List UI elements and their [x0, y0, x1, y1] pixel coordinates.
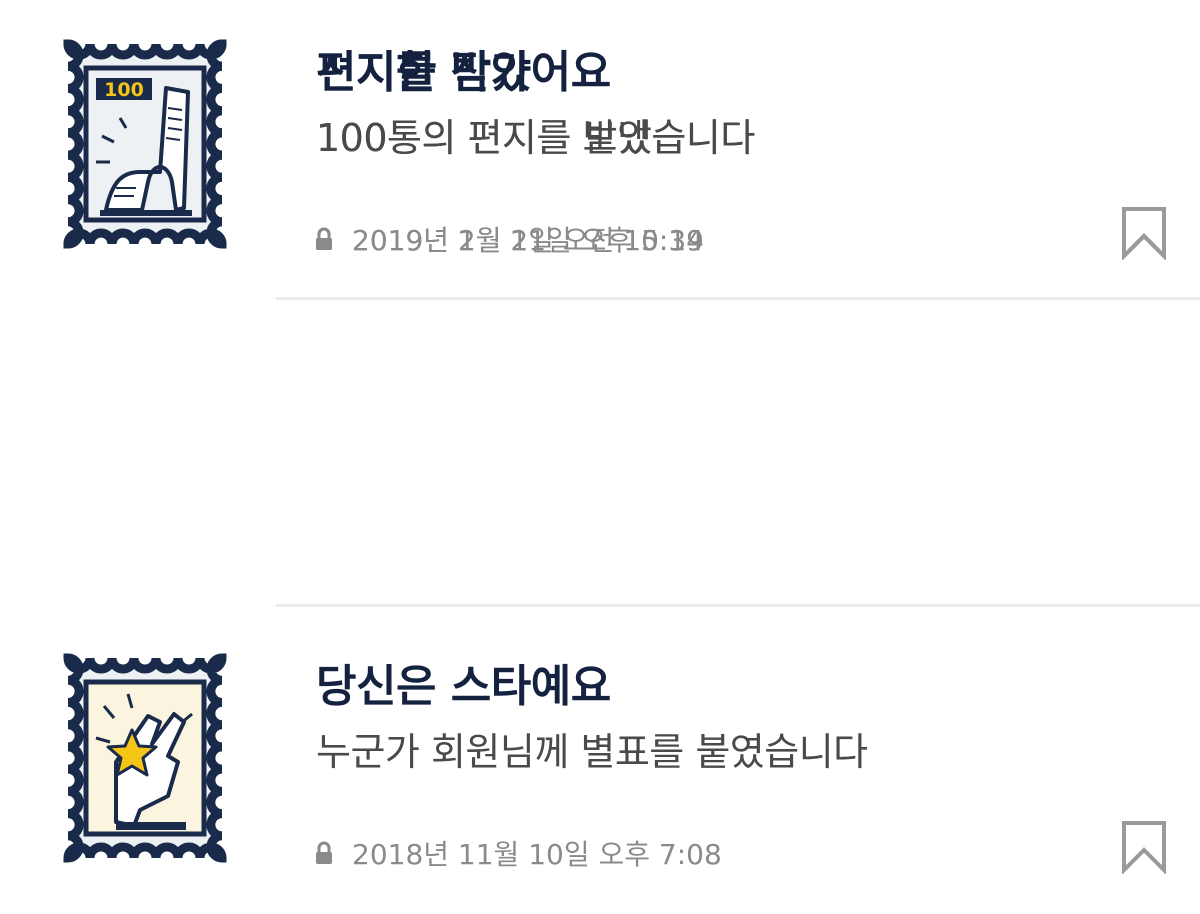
achievement-description: 100통의 편지를 보냈습니다 — [316, 116, 755, 160]
lock-icon — [316, 841, 332, 864]
achievement-item[interactable]: 100 진지한 작가 100통의 편지를 보냈습니다 2019년 1월 21일 … — [0, 0, 1200, 300]
achievement-date: 2019년 1월 21일 오후 5:39 — [352, 224, 704, 257]
achievement-title: 당신은 스타예요 — [316, 661, 611, 712]
achievement-date: 2018년 11월 10일 오후 7:08 — [352, 838, 722, 871]
letter-scroll-stamp-icon: 100 — [63, 39, 227, 249]
divider — [276, 604, 1200, 607]
bookmark-icon[interactable] — [1120, 206, 1168, 260]
achievement-description: 누군가 회원님께 별표를 붙였습니다 — [316, 730, 868, 774]
badge-count: 100 — [104, 79, 144, 101]
star-hand-stamp-icon — [63, 653, 227, 863]
bookmark-icon[interactable] — [1120, 820, 1168, 874]
achievement-item[interactable]: 당신은 스타예요 누군가 회원님께 별표를 붙였습니다 2018년 11월 10… — [0, 614, 1200, 914]
achievement-meta: 2019년 1월 21일 오후 5:39 — [314, 219, 704, 259]
achievement-meta: 2018년 11월 10일 오후 7:08 — [314, 833, 722, 873]
achievement-title: 진지한 작가 — [316, 47, 531, 98]
lock-icon — [316, 227, 332, 250]
